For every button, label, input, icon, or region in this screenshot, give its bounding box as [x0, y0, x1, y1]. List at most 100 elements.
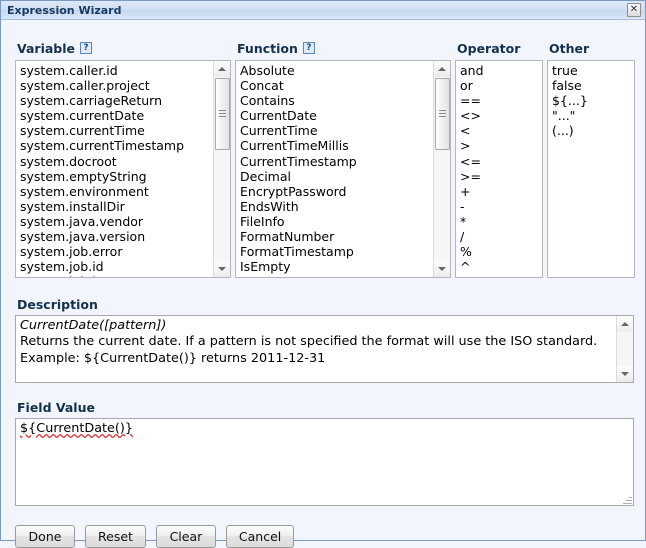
reset-button[interactable]: Reset — [85, 525, 146, 548]
list-item[interactable]: false — [551, 78, 588, 93]
column-heading-other: Other — [549, 40, 635, 56]
column-heading-other-label: Other — [549, 40, 590, 56]
list-item[interactable]: - — [459, 199, 484, 214]
list-item[interactable]: system.job.id — [19, 259, 215, 274]
description-scrollbar[interactable] — [616, 316, 633, 382]
list-item[interactable]: system.java.vendor — [19, 214, 215, 229]
field-value-textarea[interactable]: ${CurrentDate()} — [15, 418, 634, 506]
description-signature: CurrentDate([pattern]) — [20, 318, 167, 333]
list-item[interactable]: / — [459, 229, 484, 244]
scroll-down-arrow-icon[interactable] — [617, 366, 633, 382]
list-item[interactable]: system.caller.project — [19, 78, 215, 93]
list-item[interactable]: CurrentTimeMillis — [239, 138, 435, 153]
column-function: Function ? Absolute Concat Contains Curr… — [235, 40, 451, 278]
function-listbox[interactable]: Absolute Concat Contains CurrentDate Cur… — [235, 60, 451, 278]
list-item[interactable]: >= — [459, 169, 484, 184]
expression-wizard-dialog: Expression Wizard ✕ Variable ? system.ca… — [0, 0, 646, 548]
list-item[interactable]: system.currentTime — [19, 123, 215, 138]
list-item[interactable]: ${...} — [551, 93, 588, 108]
list-item[interactable]: system.currentTimestamp — [19, 138, 215, 153]
list-item[interactable]: system.docroot — [19, 154, 215, 169]
close-icon[interactable]: ✕ — [627, 3, 641, 17]
scroll-up-arrow-icon[interactable] — [434, 61, 450, 77]
operator-listbox[interactable]: and or == <> < > <= >= + - * / % ^ — [455, 60, 543, 278]
list-item[interactable]: system.currentDate — [19, 108, 215, 123]
list-item[interactable]: == — [459, 93, 484, 108]
list-item[interactable]: Contains — [239, 93, 435, 108]
list-item[interactable]: system.job.log — [19, 274, 215, 277]
clear-button[interactable]: Clear — [155, 525, 216, 548]
variable-list-scrollbar[interactable] — [213, 61, 230, 277]
scroll-down-arrow-icon[interactable] — [434, 261, 450, 277]
list-item[interactable]: > — [459, 138, 484, 153]
description-line: Returns the current date. If a pattern i… — [20, 334, 598, 350]
list-item[interactable]: system.emptyString — [19, 169, 215, 184]
list-item[interactable]: CurrentDate — [239, 108, 435, 123]
resize-grip-icon[interactable] — [622, 494, 632, 504]
column-heading-operator-label: Operator — [457, 40, 521, 56]
list-item[interactable]: Decimal — [239, 169, 435, 184]
list-item[interactable]: and — [459, 63, 484, 78]
list-item[interactable]: system.carriageReturn — [19, 93, 215, 108]
function-list-items: Absolute Concat Contains CurrentDate Cur… — [236, 61, 435, 277]
list-item[interactable]: CurrentTimestamp — [239, 154, 435, 169]
field-value-content: ${CurrentDate()} — [20, 421, 134, 436]
column-operator: Operator and or == <> < > <= >= + - * / … — [455, 40, 543, 278]
list-item[interactable]: <= — [459, 154, 484, 169]
list-item[interactable]: % — [459, 244, 484, 259]
list-item[interactable]: CurrentTime — [239, 123, 435, 138]
list-item[interactable]: IsEmpty — [239, 259, 435, 274]
list-item[interactable]: * — [459, 214, 484, 229]
list-item[interactable]: + — [459, 184, 484, 199]
scrollbar-thumb[interactable] — [435, 78, 450, 150]
done-button[interactable]: Done — [15, 525, 75, 548]
function-list-scrollbar[interactable] — [433, 61, 450, 277]
list-item[interactable]: < — [459, 123, 484, 138]
help-icon-variable[interactable]: ? — [80, 42, 93, 54]
list-item[interactable]: "..." — [551, 108, 588, 123]
operator-list-items: and or == <> < > <= >= + - * / % ^ — [456, 61, 484, 274]
other-list-items: true false ${...} "..." (...) — [548, 61, 588, 138]
list-item[interactable]: system.installDir — [19, 199, 215, 214]
picker-columns: Variable ? system.caller.id system.calle… — [1, 40, 645, 292]
list-item[interactable]: FormatNumber — [239, 229, 435, 244]
list-item[interactable]: ^ — [459, 259, 484, 274]
list-item[interactable]: EncryptPassword — [239, 184, 435, 199]
list-item[interactable]: system.environment — [19, 184, 215, 199]
list-item[interactable]: system.java.version — [19, 229, 215, 244]
field-value-heading: Field Value — [17, 400, 95, 415]
list-item[interactable]: EndsWith — [239, 199, 435, 214]
column-other: Other true false ${...} "..." (...) — [547, 40, 635, 278]
scroll-up-arrow-icon[interactable] — [617, 316, 633, 332]
field-value-text: ${CurrentDate()} — [16, 419, 633, 437]
field-value-section: Field Value ${CurrentDate()} — [15, 400, 634, 506]
variable-listbox[interactable]: system.caller.id system.caller.project s… — [15, 60, 231, 278]
dialog-titlebar: Expression Wizard ✕ — [1, 1, 645, 20]
help-icon-function[interactable]: ? — [302, 42, 315, 54]
column-variable: Variable ? system.caller.id system.calle… — [15, 40, 231, 278]
list-item[interactable]: (...) — [551, 123, 588, 138]
description-text: CurrentDate([pattern]) Returns the curre… — [16, 316, 633, 367]
description-box[interactable]: CurrentDate([pattern]) Returns the curre… — [15, 315, 634, 383]
list-item[interactable]: Absolute — [239, 63, 435, 78]
list-item[interactable]: FileInfo — [239, 214, 435, 229]
list-item[interactable]: FormatTimestamp — [239, 244, 435, 259]
list-item[interactable]: or — [459, 78, 484, 93]
cancel-button[interactable]: Cancel — [225, 525, 295, 548]
column-heading-variable-label: Variable — [17, 40, 76, 56]
column-heading-variable: Variable ? — [17, 40, 231, 56]
description-section: Description CurrentDate([pattern]) Retur… — [15, 297, 634, 383]
dialog-button-bar: Done Reset Clear Cancel — [15, 525, 295, 548]
dialog-title: Expression Wizard — [7, 3, 122, 17]
list-item[interactable]: true — [551, 63, 588, 78]
other-listbox[interactable]: true false ${...} "..." (...) — [547, 60, 635, 278]
list-item[interactable]: Concat — [239, 78, 435, 93]
scroll-down-arrow-icon[interactable] — [214, 261, 230, 277]
column-heading-function-label: Function — [237, 40, 298, 56]
list-item[interactable]: IsNotEmpty — [239, 274, 435, 277]
scroll-up-arrow-icon[interactable] — [214, 61, 230, 77]
list-item[interactable]: system.caller.id — [19, 63, 215, 78]
scrollbar-thumb[interactable] — [215, 78, 230, 150]
list-item[interactable]: system.job.error — [19, 244, 215, 259]
list-item[interactable]: <> — [459, 108, 484, 123]
